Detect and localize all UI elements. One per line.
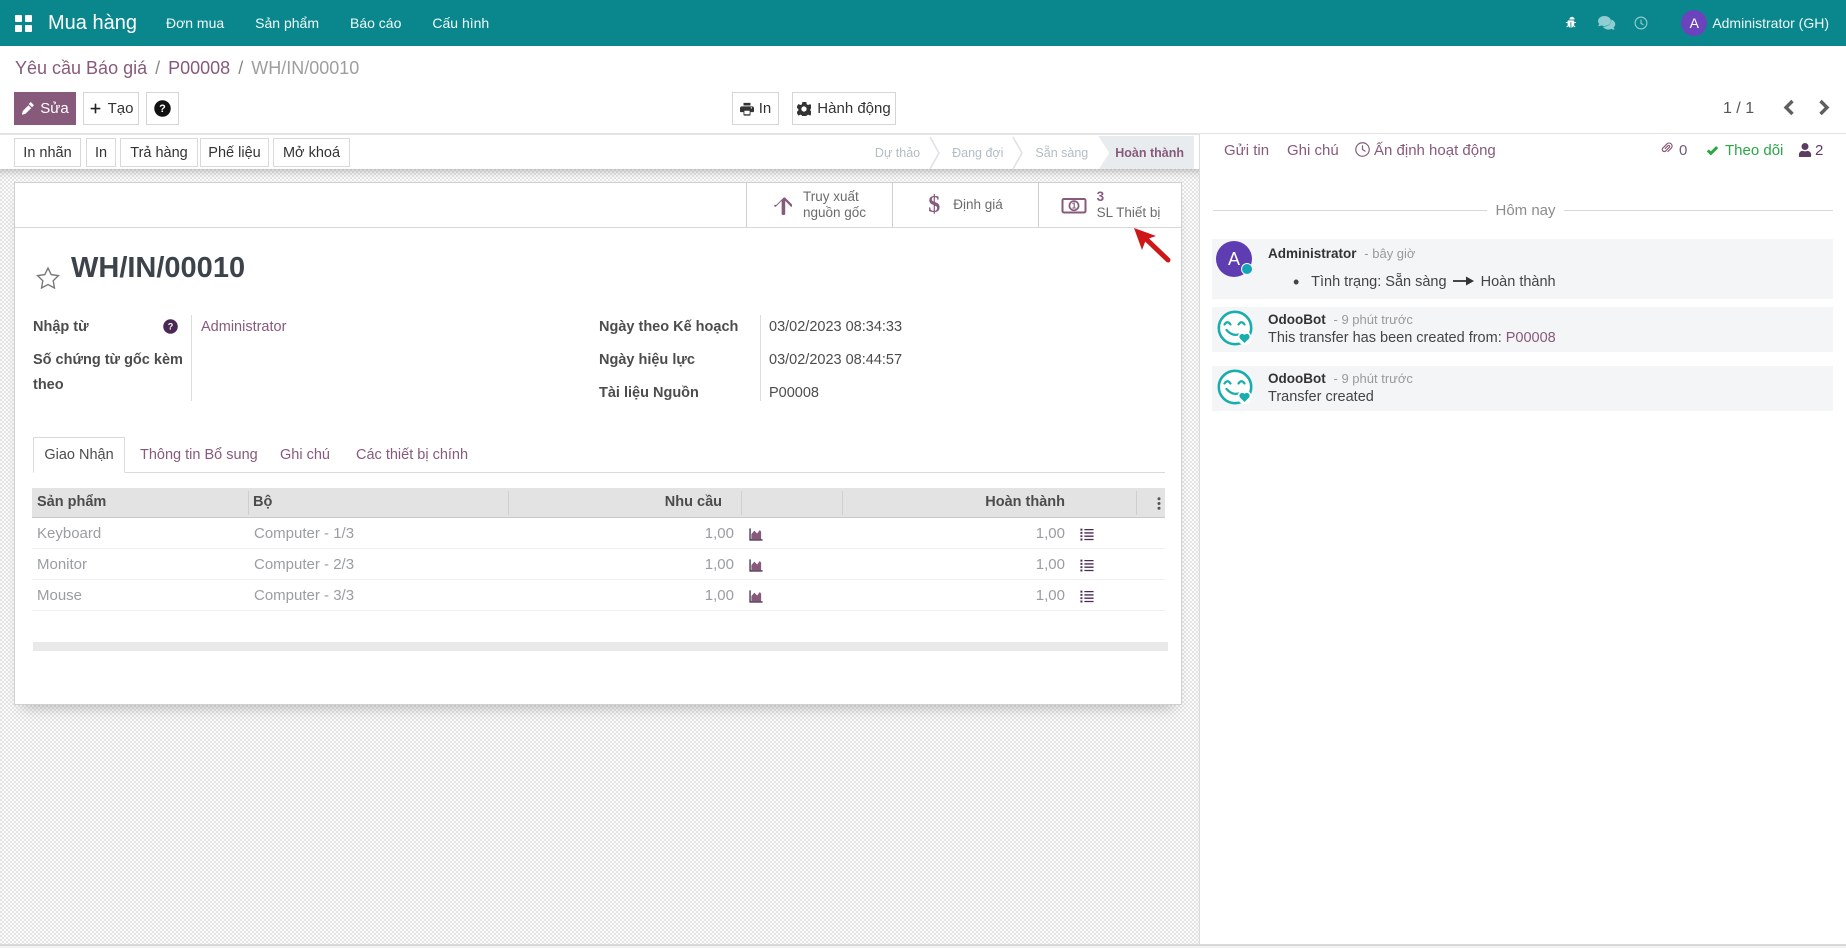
svg-text:?: ? — [168, 322, 174, 332]
svg-text:?: ? — [159, 103, 166, 115]
svg-text:1: 1 — [1071, 200, 1076, 210]
